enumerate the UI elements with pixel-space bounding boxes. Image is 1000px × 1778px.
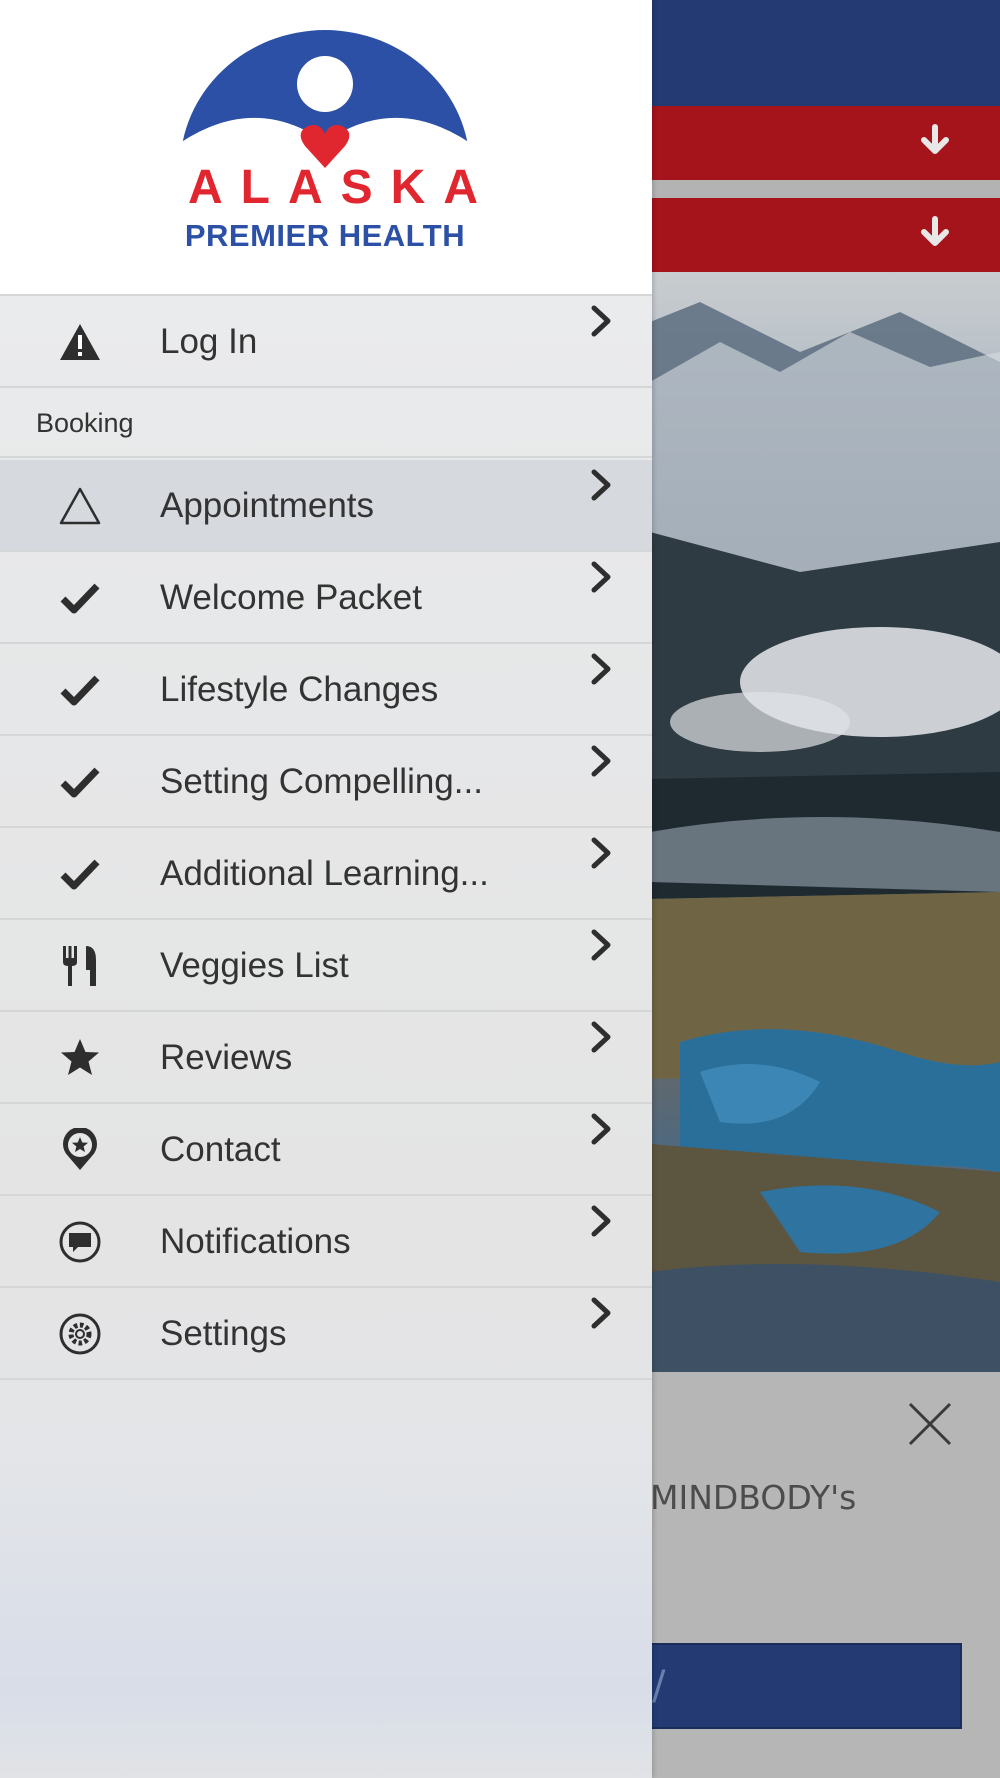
section-header-booking: Booking [0, 386, 652, 458]
menu-item-label: Welcome Packet [160, 578, 422, 617]
menu-item-welcome-packet[interactable]: Welcome Packet [0, 552, 652, 644]
close-icon[interactable] [906, 1400, 954, 1448]
fork-knife-icon [58, 944, 102, 988]
menu-item-label: Settings [160, 1314, 287, 1353]
button-text-fragment: / [652, 1663, 666, 1709]
menu-item-label: Notifications [160, 1222, 351, 1261]
menu-item-label: Reviews [160, 1038, 293, 1077]
menu-item-setting-compelling[interactable]: Setting Compelling... [0, 736, 652, 828]
check-icon [58, 760, 102, 804]
menu-item-log-in[interactable]: Log In [0, 296, 652, 388]
logo-name: ALASKA [188, 161, 496, 214]
arrow-down-icon [921, 124, 949, 154]
chevron-right-icon [591, 837, 611, 869]
side-drawer: ALASKA PREMIER HEALTH Log In Booking App… [0, 0, 652, 1778]
chevron-right-icon [591, 1205, 611, 1237]
menu-item-reviews[interactable]: Reviews [0, 1012, 652, 1104]
chat-bubble-icon [58, 1220, 102, 1264]
warning-icon [58, 320, 102, 364]
chevron-right-icon [591, 929, 611, 961]
menu-item-appointments[interactable]: Appointments [0, 460, 652, 552]
arrow-down-icon [921, 216, 949, 246]
menu-item-label: Contact [160, 1130, 281, 1169]
star-icon [58, 1036, 102, 1080]
logo-subtitle: PREMIER HEALTH [184, 218, 466, 253]
check-icon [58, 668, 102, 712]
chevron-right-icon [591, 745, 611, 777]
menu-item-label: Setting Compelling... [160, 762, 483, 801]
chevron-right-icon [591, 1297, 611, 1329]
menu-item-label: Lifestyle Changes [160, 670, 439, 709]
chevron-right-icon [591, 653, 611, 685]
chevron-right-icon [591, 561, 611, 593]
check-icon [58, 852, 102, 896]
menu-item-lifestyle-changes[interactable]: Lifestyle Changes [0, 644, 652, 736]
menu-item-label: Additional Learning... [160, 854, 489, 893]
triangle-outline-icon [58, 484, 102, 528]
menu-item-label: Veggies List [160, 946, 349, 985]
menu-item-label: Log In [160, 322, 258, 361]
menu-item-notifications[interactable]: Notifications [0, 1196, 652, 1288]
menu-item-contact[interactable]: Contact [0, 1104, 652, 1196]
gear-icon [58, 1312, 102, 1356]
background-action-button[interactable]: / [650, 1643, 962, 1729]
check-icon [58, 576, 102, 620]
chevron-right-icon [591, 1021, 611, 1053]
menu-item-label: Appointments [160, 486, 375, 525]
menu-item-settings[interactable]: Settings [0, 1288, 652, 1380]
menu-item-veggies-list[interactable]: Veggies List [0, 920, 652, 1012]
alaska-premier-health-logo [170, 30, 480, 170]
background-text-fragment: MINDBODY's [650, 1478, 857, 1517]
chevron-right-icon [591, 1113, 611, 1145]
chevron-right-icon [591, 305, 611, 337]
section-title: Booking [36, 408, 134, 438]
map-pin-star-icon [58, 1128, 102, 1172]
logo-area: ALASKA PREMIER HEALTH [0, 0, 652, 294]
chevron-right-icon [591, 469, 611, 501]
menu-item-additional-learning[interactable]: Additional Learning... [0, 828, 652, 920]
